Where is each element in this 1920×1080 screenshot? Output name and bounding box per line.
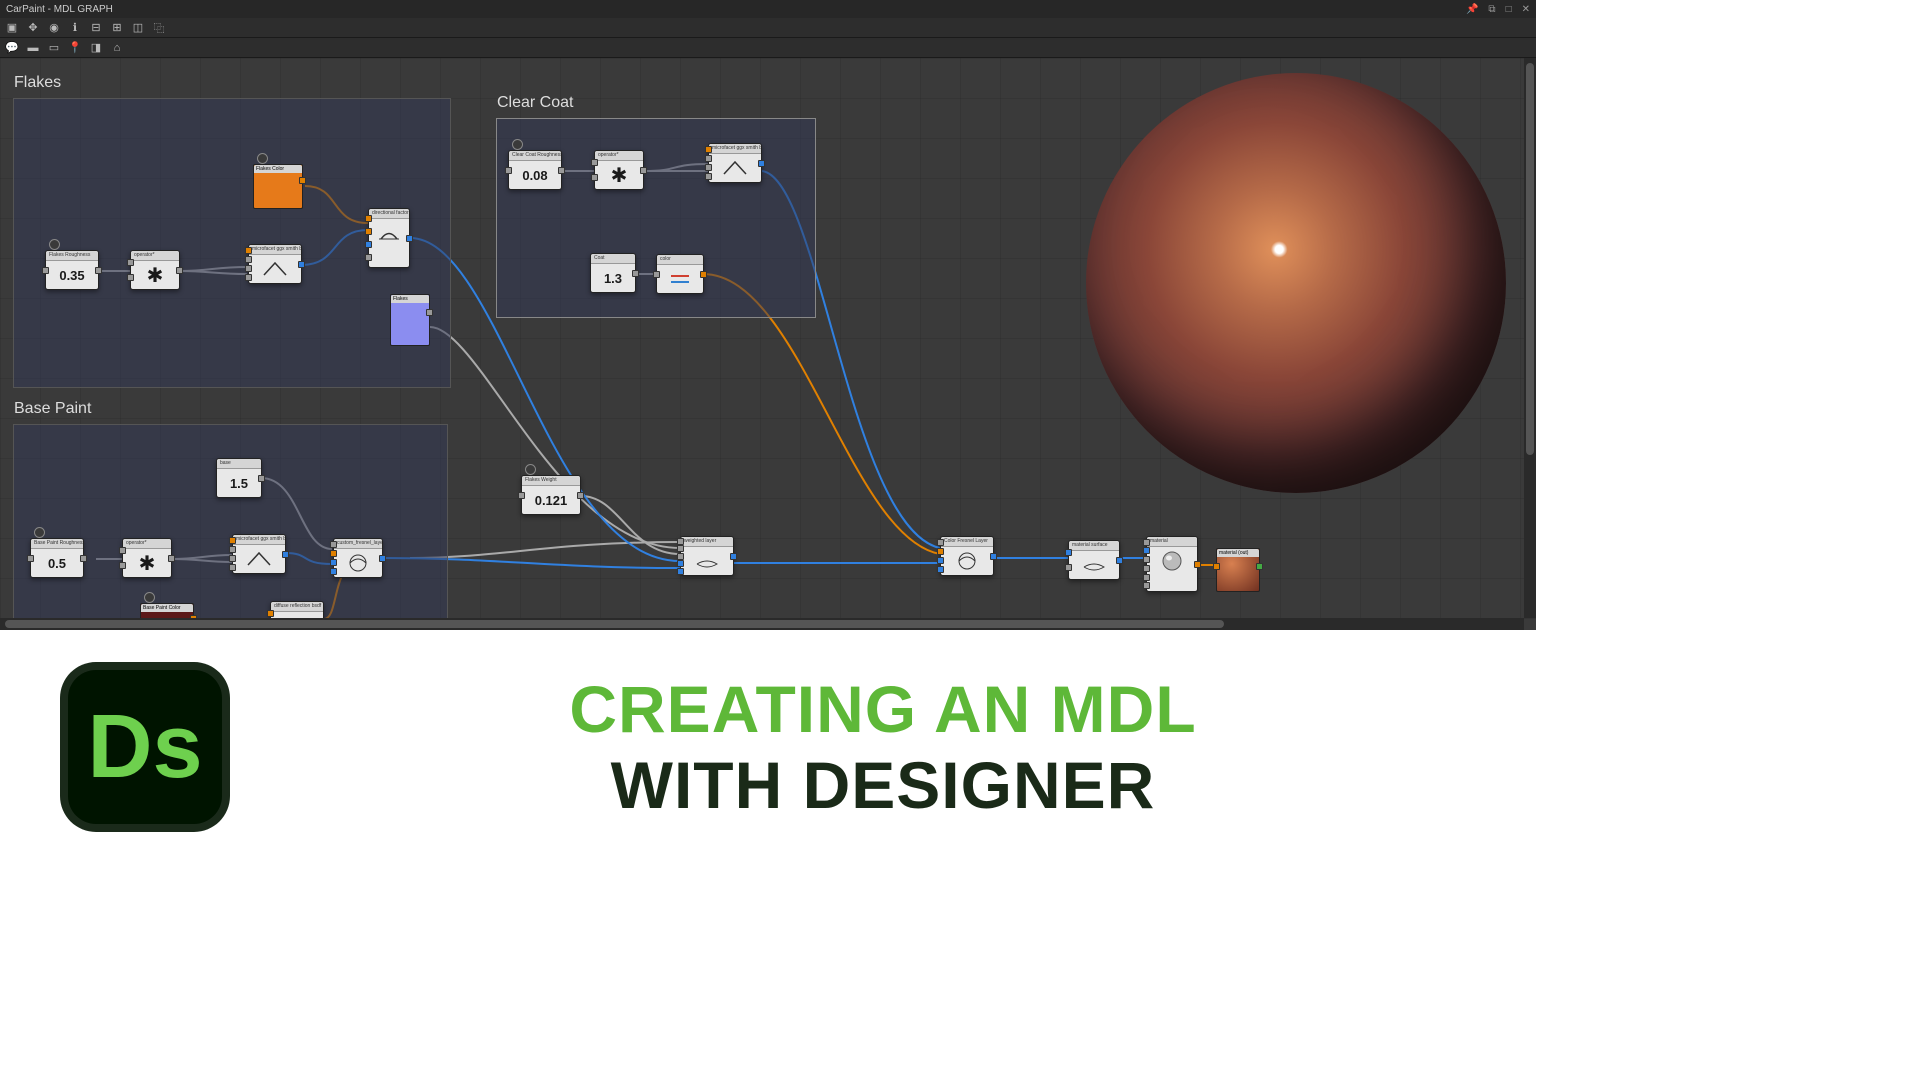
- node-bp-fresnel[interactable]: custom_fresnel_layer: [333, 538, 383, 578]
- pin-icon[interactable]: [34, 527, 45, 538]
- headline-2: WITH DESIGNER: [611, 747, 1156, 823]
- horizontal-scrollbar[interactable]: [0, 618, 1524, 630]
- node-surface-2[interactable]: material: [1146, 536, 1198, 592]
- fresnel-icon: [953, 547, 981, 575]
- frame-icon[interactable]: ▭: [47, 41, 61, 55]
- frame-label: Base Paint: [14, 400, 91, 418]
- designer-logo: Ds: [60, 662, 230, 832]
- pin-tool-icon[interactable]: 📍: [68, 41, 82, 55]
- vertical-scrollbar[interactable]: [1524, 58, 1536, 618]
- window-title: CarPaint - MDL GRAPH: [6, 4, 113, 15]
- node-directional-factor[interactable]: directional factor: [368, 208, 410, 268]
- graph-canvas[interactable]: Flakes Clear Coat Base Paint Flakes Roug…: [0, 58, 1536, 630]
- close-icon[interactable]: ✕: [1522, 4, 1530, 15]
- toolbar-row-1: ▣ ✥ ◉ ℹ ⊟ ⊞ ◫ ⿻: [0, 18, 1536, 38]
- node-flakes-brdf[interactable]: microfacet ggx smith b...: [248, 244, 302, 284]
- pin-icon[interactable]: [525, 464, 536, 475]
- node-flakes-swatch[interactable]: Flakes: [390, 294, 430, 346]
- node-cc-roughness[interactable]: Clear Coat Roughness 0.08: [508, 150, 562, 190]
- node-cc-brdf[interactable]: microfacet ggx smith b...: [708, 143, 762, 183]
- frame-label: Flakes: [14, 74, 61, 92]
- node-flakes-color[interactable]: Flakes Color: [253, 164, 303, 209]
- node-flakes-roughness[interactable]: Flakes Roughness 0.35: [45, 250, 99, 290]
- info-icon[interactable]: ℹ: [68, 21, 82, 35]
- layout-icon[interactable]: ⊞: [110, 21, 124, 35]
- node-bp-mult[interactable]: operator* ✱: [122, 538, 172, 578]
- align-icon[interactable]: ⊟: [89, 21, 103, 35]
- node-output[interactable]: material (out): [1216, 548, 1260, 592]
- pin-icon[interactable]: [49, 239, 60, 250]
- surface-icon: [1080, 551, 1108, 579]
- node-flakes-weight[interactable]: Flakes Weight 0.121: [521, 475, 581, 515]
- layer-icon: [693, 547, 721, 575]
- comment-icon[interactable]: 💬: [5, 41, 19, 55]
- color-ramp-icon: [666, 265, 694, 293]
- sphere-icon: [1158, 547, 1186, 575]
- titlebar: CarPaint - MDL GRAPH 📌 ⧉ □ ✕: [0, 0, 1536, 18]
- popout-icon[interactable]: ⧉: [1488, 4, 1495, 15]
- home-icon[interactable]: ⌂: [110, 41, 124, 55]
- fresnel-icon: [344, 549, 372, 577]
- node-bp-roughness[interactable]: Base Paint Roughness 0.5: [30, 538, 84, 578]
- toolbar-row-2: 💬 ▬ ▭ 📍 ◨ ⌂: [0, 38, 1536, 58]
- footer-banner: Ds CREATING AN MDL WITH DESIGNER: [0, 630, 1536, 864]
- bsdf-icon: [245, 545, 273, 573]
- pin-icon[interactable]: 📌: [1466, 4, 1478, 15]
- window-buttons: 📌 ⧉ □ ✕: [1466, 4, 1530, 15]
- headline-1: CREATING AN MDL: [569, 671, 1196, 747]
- move-icon[interactable]: ✥: [26, 21, 40, 35]
- snap-icon[interactable]: ◫: [131, 21, 145, 35]
- heatmap-icon[interactable]: ◨: [89, 41, 103, 55]
- frame-label: Clear Coat: [497, 94, 573, 112]
- app-window: CarPaint - MDL GRAPH 📌 ⧉ □ ✕ ▣ ✥ ◉ ℹ ⊟ ⊞…: [0, 0, 1536, 630]
- pin-icon[interactable]: [144, 592, 155, 603]
- footer-text: CREATING AN MDL WITH DESIGNER: [290, 671, 1476, 823]
- select-icon[interactable]: ▣: [5, 21, 19, 35]
- node-cc-color[interactable]: color: [656, 254, 704, 294]
- pin-icon[interactable]: [257, 153, 268, 164]
- maximize-icon[interactable]: □: [1506, 4, 1512, 15]
- node-cc-mult[interactable]: operator* ✱: [594, 150, 644, 190]
- dome-icon: [375, 219, 403, 247]
- node-bp-brdf[interactable]: microfacet ggx smith b...: [232, 534, 286, 574]
- node-flakes-mult[interactable]: operator* ✱: [130, 250, 180, 290]
- node-bp-ior[interactable]: base 1.5: [216, 458, 262, 498]
- preview-sphere: [1086, 73, 1506, 493]
- minus-icon[interactable]: ▬: [26, 41, 40, 55]
- frame-basepaint[interactable]: Base Paint: [13, 424, 448, 630]
- crop-icon[interactable]: ⿻: [152, 21, 166, 35]
- bsdf-icon: [721, 154, 749, 182]
- bsdf-icon: [261, 255, 289, 283]
- node-weighted-layer[interactable]: weighted layer: [680, 536, 734, 576]
- node-cc-coat[interactable]: Coat 1.3: [590, 253, 636, 293]
- node-surface-1[interactable]: material surface: [1068, 540, 1120, 580]
- camera-icon[interactable]: ◉: [47, 21, 61, 35]
- pin-icon[interactable]: [512, 139, 523, 150]
- node-custom-layer[interactable]: Color Fresnel Layer: [940, 536, 994, 576]
